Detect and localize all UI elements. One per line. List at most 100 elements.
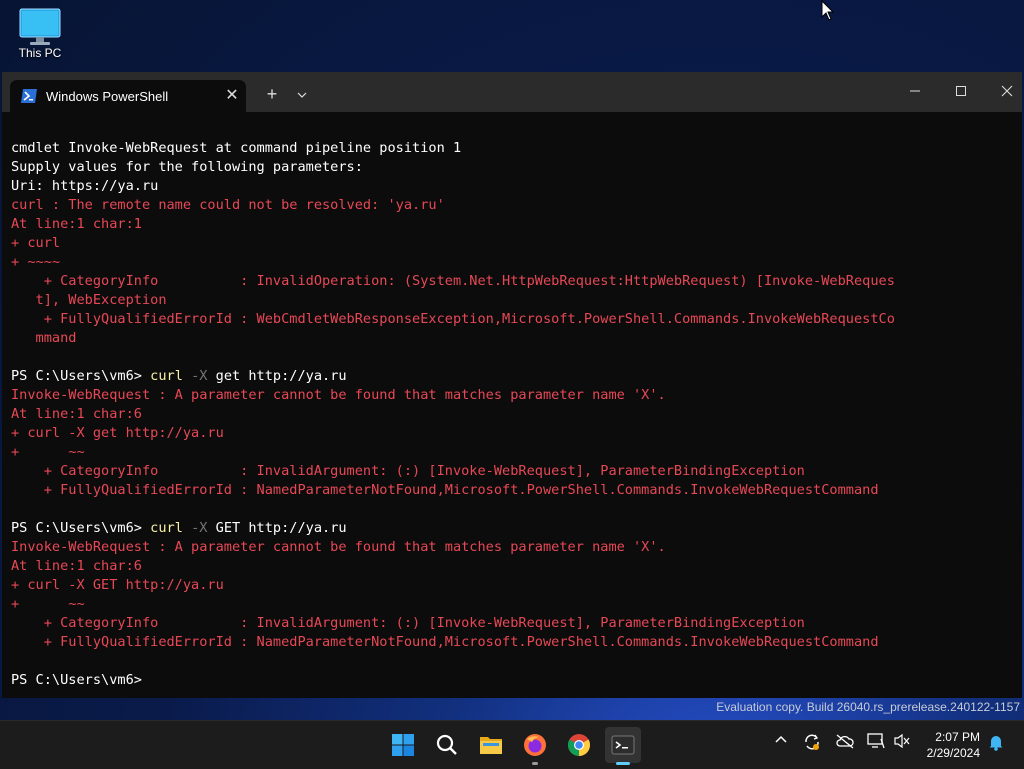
terminal-text: + CategoryInfo : InvalidArgument: (:) [I… xyxy=(11,463,805,479)
cloud-offline-icon[interactable] xyxy=(835,733,855,754)
terminal-line: + curl -X get http://ya.ru xyxy=(11,424,1016,443)
network-icon[interactable] xyxy=(867,733,885,754)
terminal-output[interactable]: cmdlet Invoke-WebRequest at command pipe… xyxy=(11,139,1016,690)
terminal-text: + ~~ xyxy=(11,444,85,460)
terminal-text: Invoke-WebRequest : A parameter cannot b… xyxy=(11,539,666,555)
terminal-text: Supply values for the following paramete… xyxy=(11,159,363,175)
terminal-line: + FullyQualifiedErrorId : NamedParameter… xyxy=(11,481,1016,500)
desktop-icon-label: This PC xyxy=(18,46,62,60)
terminal-text: cmdlet Invoke-WebRequest at command pipe… xyxy=(11,140,462,156)
minimize-icon[interactable] xyxy=(895,78,935,106)
terminal-line: Invoke-WebRequest : A parameter cannot b… xyxy=(11,538,1016,557)
file-explorer-button[interactable] xyxy=(473,727,509,763)
terminal-text: + curl xyxy=(11,235,61,251)
sync-icon[interactable] xyxy=(803,733,821,756)
terminal-text: -X xyxy=(182,368,208,384)
terminal-line: + curl -X GET http://ya.ru xyxy=(11,576,1016,595)
terminal-icon xyxy=(611,735,635,755)
terminal-text: + ~~ xyxy=(11,596,85,612)
terminal-text: GET http://ya.ru xyxy=(207,520,347,536)
terminal-line: + CategoryInfo : InvalidArgument: (:) [I… xyxy=(11,462,1016,481)
clock-date: 2/29/2024 xyxy=(926,746,980,760)
terminal-line: + curl xyxy=(11,234,1016,253)
terminal-text: PS C:\Users\vm6> xyxy=(11,672,151,688)
search-button[interactable] xyxy=(429,727,465,763)
terminal-line: + CategoryInfo : InvalidArgument: (:) [I… xyxy=(11,614,1016,633)
terminal-button[interactable] xyxy=(605,727,641,765)
notification-bell-icon[interactable] xyxy=(988,733,1004,756)
windows-logo-icon xyxy=(392,734,414,756)
terminal-text: -X xyxy=(182,520,208,536)
terminal-text: Uri: https://ya.ru xyxy=(11,178,159,194)
tab-title: Windows PowerShell xyxy=(46,89,169,104)
system-clock[interactable]: 2:07 PM 2/29/2024 xyxy=(927,729,980,761)
volume-muted-icon[interactable] xyxy=(893,733,911,754)
terminal-line: + FullyQualifiedErrorId : NamedParameter… xyxy=(11,633,1016,652)
terminal-text: PS C:\Users\vm6> xyxy=(11,520,151,536)
terminal-line: At line:1 char:1 xyxy=(11,215,1016,234)
active-indicator xyxy=(616,762,630,765)
evaluation-watermark: Evaluation copy. Build 26040.rs_prerelea… xyxy=(716,700,1020,714)
taskbar: 2:07 PM 2/29/2024 xyxy=(0,720,1024,769)
firefox-button[interactable] xyxy=(517,727,553,765)
terminal-text: mmand xyxy=(11,330,77,346)
clock-time: 2:07 PM xyxy=(935,730,980,744)
start-button[interactable] xyxy=(385,727,421,763)
terminal-text: + FullyQualifiedErrorId : NamedParameter… xyxy=(11,482,879,498)
terminal-line: + FullyQualifiedErrorId : WebCmdletWebRe… xyxy=(11,310,1016,329)
new-tab-button[interactable]: + xyxy=(260,82,284,106)
folder-icon xyxy=(480,737,502,754)
chevron-up-icon[interactable] xyxy=(774,733,788,752)
terminal-text: + FullyQualifiedErrorId : WebCmdletWebRe… xyxy=(11,311,895,327)
terminal-line: Invoke-WebRequest : A parameter cannot b… xyxy=(11,386,1016,405)
terminal-text: + curl -X GET http://ya.ru xyxy=(11,577,224,593)
terminal-line: cmdlet Invoke-WebRequest at command pipe… xyxy=(11,139,1016,158)
terminal-text: At line:1 char:6 xyxy=(11,558,142,574)
terminal-text: At line:1 char:6 xyxy=(11,406,142,422)
terminal-line: + ~~ xyxy=(11,443,1016,462)
terminal-line: + ~~~~ xyxy=(11,253,1016,272)
terminal-line: PS C:\Users\vm6> curl -X get http://ya.r… xyxy=(11,367,1016,386)
terminal-text: + CategoryInfo : InvalidArgument: (:) [I… xyxy=(11,615,805,631)
terminal-line: Uri: https://ya.ru xyxy=(11,177,1016,196)
terminal-text: At line:1 char:1 xyxy=(11,216,142,232)
mouse-cursor-icon xyxy=(821,0,835,21)
terminal-text: + CategoryInfo : InvalidOperation: (Syst… xyxy=(11,273,895,289)
chrome-icon xyxy=(568,734,590,756)
monitor-icon xyxy=(19,8,61,45)
tab-windows-powershell[interactable]: Windows PowerShell ✕ xyxy=(10,80,246,112)
powershell-window: Windows PowerShell ✕ + cmdlet Invoke-Web… xyxy=(2,72,1022,698)
search-icon xyxy=(436,734,457,755)
terminal-text: curl : The remote name could not be reso… xyxy=(11,197,445,213)
terminal-text: + ~~~~ xyxy=(11,254,61,270)
terminal-text: Invoke-WebRequest : A parameter cannot b… xyxy=(11,387,666,403)
maximize-icon[interactable] xyxy=(941,78,981,106)
powershell-icon xyxy=(21,89,37,103)
terminal-line: At line:1 char:6 xyxy=(11,557,1016,576)
terminal-line: PS C:\Users\vm6> xyxy=(11,671,1016,690)
terminal-line: PS C:\Users\vm6> curl -X GET http://ya.r… xyxy=(11,519,1016,538)
terminal-line: t], WebException xyxy=(11,291,1016,310)
terminal-line: Supply values for the following paramete… xyxy=(11,158,1016,177)
terminal-text: + curl -X get http://ya.ru xyxy=(11,425,224,441)
close-tab-icon[interactable]: ✕ xyxy=(220,84,244,108)
title-bar[interactable]: Windows PowerShell ✕ + xyxy=(2,72,1022,112)
terminal-line: mmand xyxy=(11,329,1016,348)
terminal-text: get http://ya.ru xyxy=(207,368,347,384)
chrome-button[interactable] xyxy=(561,727,597,763)
firefox-icon xyxy=(524,734,546,756)
terminal-text: curl xyxy=(150,520,183,536)
close-window-icon[interactable] xyxy=(987,78,1024,106)
terminal-line: At line:1 char:6 xyxy=(11,405,1016,424)
terminal-text: + FullyQualifiedErrorId : NamedParameter… xyxy=(11,634,879,650)
terminal-line: + ~~ xyxy=(11,595,1016,614)
terminal-line: + CategoryInfo : InvalidOperation: (Syst… xyxy=(11,272,1016,291)
terminal-line: curl : The remote name could not be reso… xyxy=(11,196,1016,215)
chevron-down-icon[interactable] xyxy=(290,82,314,106)
terminal-text: PS C:\Users\vm6> xyxy=(11,368,151,384)
desktop-icon-this-pc[interactable]: This PC xyxy=(12,8,68,60)
terminal-text: t], WebException xyxy=(11,292,167,308)
